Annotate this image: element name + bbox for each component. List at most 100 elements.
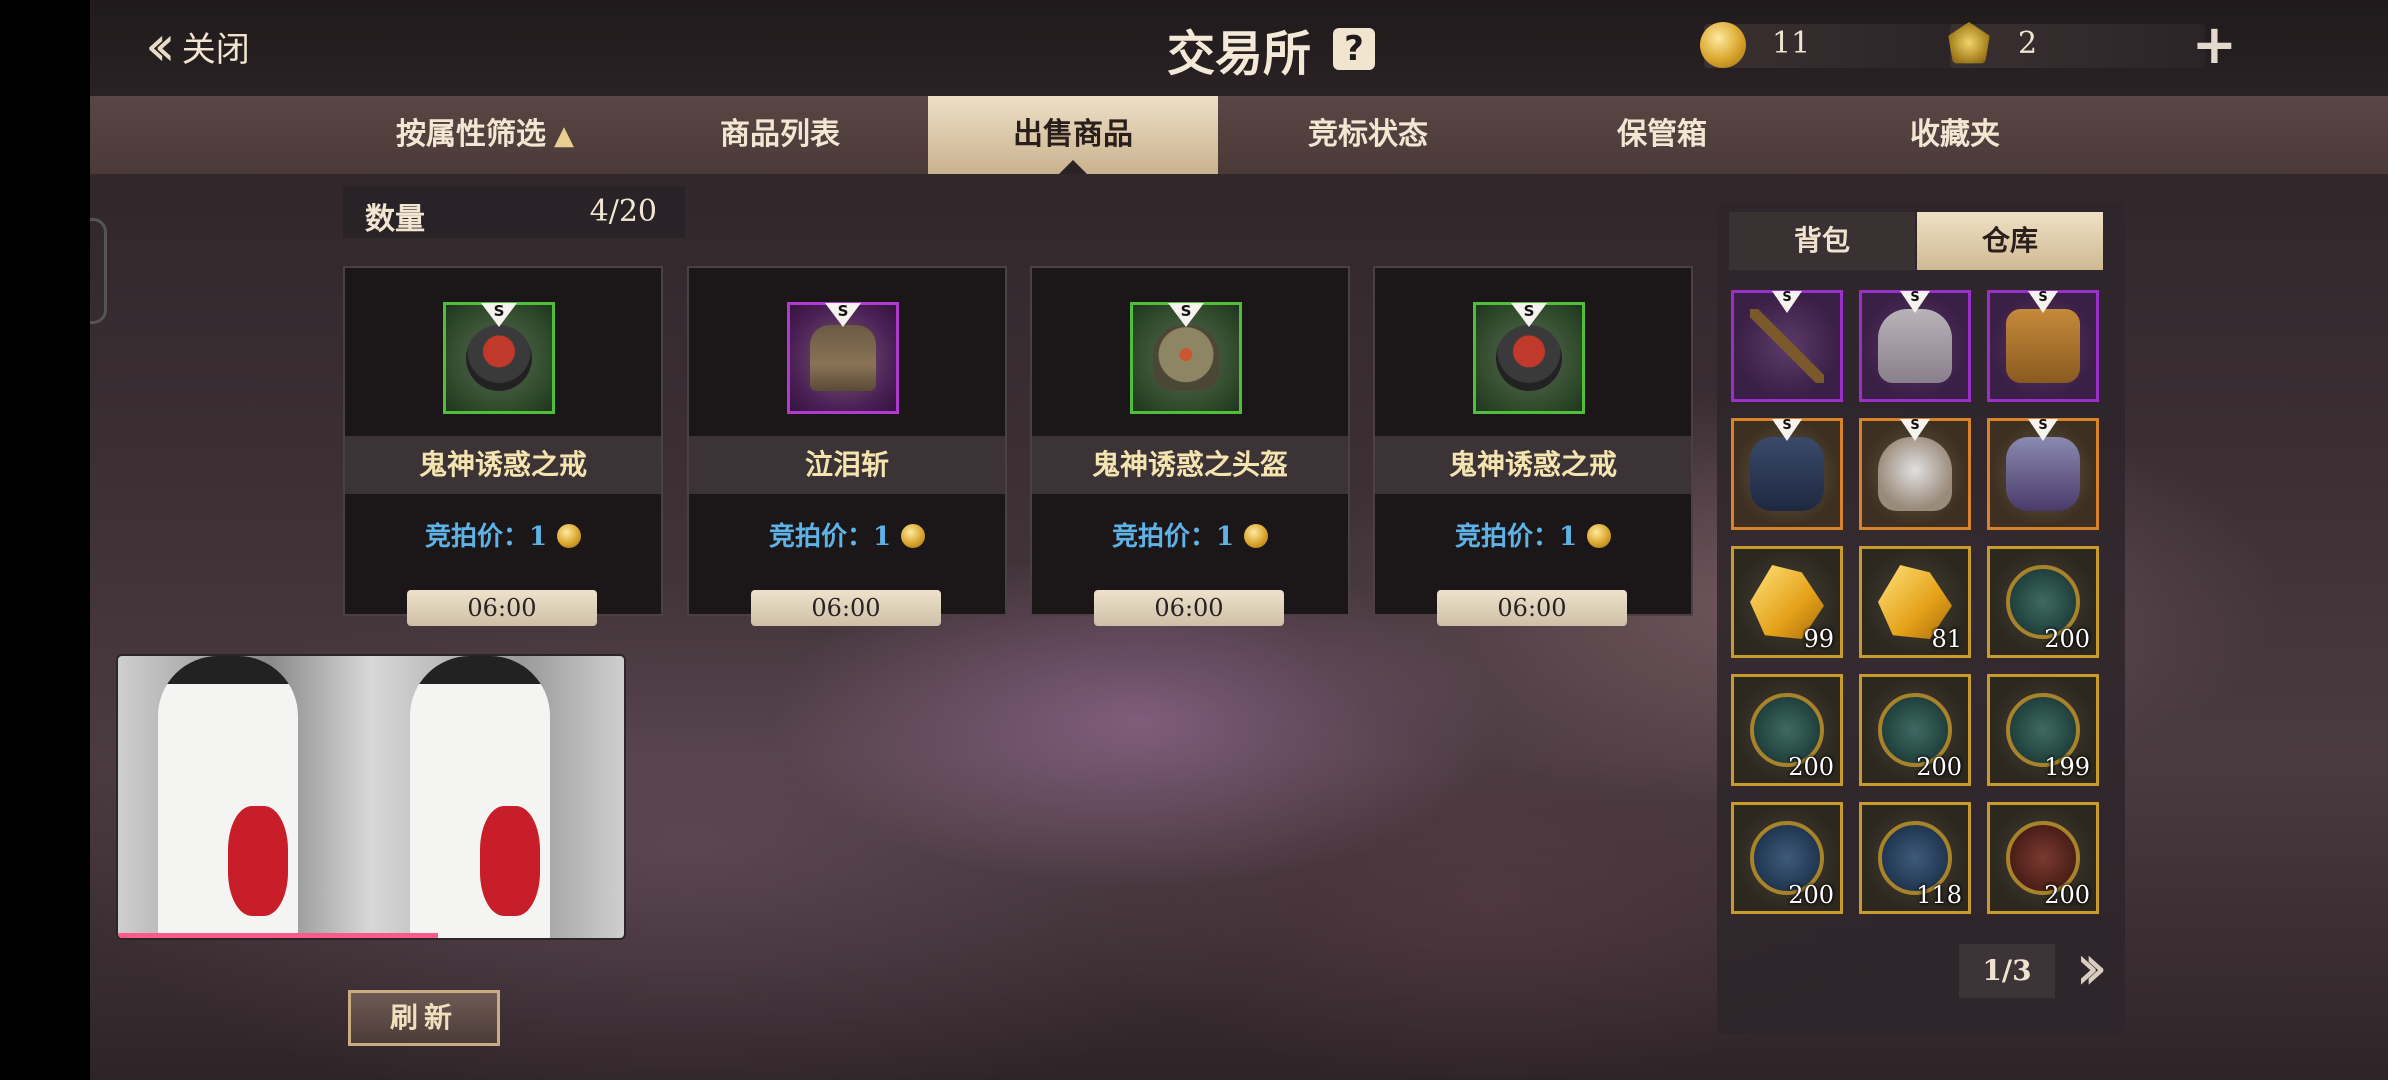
item-count: 99 <box>1803 625 1834 653</box>
item-name: 鬼神诱惑之戒 <box>1375 436 1691 494</box>
listing-timer: 06:00 <box>1094 590 1284 626</box>
game-screen: ‹‹ 关闭 交易所 ? 11 + 2 + 按属性筛选 ▲ 商品列表 出售商品 竞标… <box>90 0 2388 1080</box>
inventory-slot[interactable]: 99 <box>1731 546 1843 658</box>
tab-filter-by-attribute[interactable]: 按属性筛选 ▲ <box>340 96 630 174</box>
tab-warehouse[interactable]: 仓库 <box>1917 212 2103 270</box>
tab-sell-items[interactable]: 出售商品 <box>928 96 1218 174</box>
grade-badge: S <box>481 303 517 327</box>
quantity-label: 数量 <box>365 202 425 237</box>
question-icon[interactable]: ? <box>1333 28 1375 70</box>
gold-coin-icon <box>1587 524 1612 548</box>
tab-label: 收藏夹 <box>1910 117 2000 152</box>
grade-badge: S <box>825 303 861 327</box>
listing-card[interactable]: S 鬼神诱惑之戒 竞拍价：1 06:00 <box>343 266 663 626</box>
inventory-slot[interactable]: S <box>1987 290 2099 402</box>
boots-icon <box>2006 437 2080 511</box>
grade-badge: S <box>1511 303 1547 327</box>
inventory-slot[interactable]: 200 <box>1987 802 2099 914</box>
helmet-icon <box>1878 437 1952 511</box>
item-slot: S <box>443 302 555 414</box>
bid-price: 竞拍价：1 <box>1375 516 1691 553</box>
staff-icon <box>1750 309 1824 383</box>
listing-card[interactable]: S 鬼神诱惑之头盔 竞拍价：1 06:00 <box>1030 266 1350 626</box>
video-progress-bar <box>118 933 438 938</box>
listing-timer: 06:00 <box>407 590 597 626</box>
robe-icon <box>810 325 876 391</box>
tab-label: 保管箱 <box>1617 117 1707 152</box>
item-slot: S <box>1130 302 1242 414</box>
item-name: 泣泪斩 <box>689 436 1005 494</box>
bid-price-text: 竞拍价：1 <box>768 522 892 552</box>
screen-edge-notch <box>90 218 107 324</box>
gold-coin-icon <box>901 524 926 548</box>
bid-price-text: 竞拍价：1 <box>1454 522 1578 552</box>
item-count: 200 <box>1788 753 1834 781</box>
page-indicator: 1/3 <box>1959 944 2055 998</box>
inventory-slot[interactable]: 200 <box>1731 674 1843 786</box>
item-name: 鬼神诱惑之头盔 <box>1032 436 1348 494</box>
item-name: 鬼神诱惑之戒 <box>345 436 661 494</box>
inventory-slot[interactable]: 200 <box>1859 674 1971 786</box>
item-count: 200 <box>2044 881 2090 909</box>
inventory-panel: 背包 仓库 S S S S S S 99 81 200 200 200 199 … <box>1717 202 2125 1034</box>
gem-amount: 2 <box>2018 26 2038 61</box>
tab-label: 商品列表 <box>720 117 840 152</box>
gem-currency: 2 + <box>1948 18 2237 72</box>
bid-price: 竞拍价：1 <box>1032 516 1348 553</box>
inventory-slot[interactable]: 200 <box>1987 546 2099 658</box>
armor-icon <box>1878 309 1952 383</box>
gold-amount: 11 <box>1772 26 1811 61</box>
listing-card[interactable]: S 泣泪斩 竞拍价：1 06:00 <box>687 266 1007 626</box>
double-chevron-right-icon[interactable]: ›› <box>2075 936 2108 1000</box>
ring-icon <box>466 325 532 391</box>
tab-favorites[interactable]: 收藏夹 <box>1810 96 2100 174</box>
inventory-slot[interactable]: 200 <box>1731 802 1843 914</box>
inventory-slot[interactable]: S <box>1731 418 1843 530</box>
inventory-slot[interactable]: 118 <box>1859 802 1971 914</box>
item-slot: S <box>787 302 899 414</box>
inventory-slot[interactable]: S <box>1859 290 1971 402</box>
tab-storage-box[interactable]: 保管箱 <box>1517 96 1807 174</box>
item-count: 200 <box>1916 753 1962 781</box>
gem-icon <box>1948 22 1990 64</box>
tab-bar: 按属性筛选 ▲ 商品列表 出售商品 竞标状态 保管箱 收藏夹 <box>90 96 2388 174</box>
listing-timer: 06:00 <box>751 590 941 626</box>
gold-coin-icon <box>1244 524 1269 548</box>
guitar-image <box>228 806 288 916</box>
tab-label: 出售商品 <box>1013 117 1133 152</box>
guitar-image <box>480 806 540 916</box>
floating-video-window[interactable] <box>116 654 626 940</box>
tab-product-list[interactable]: 商品列表 <box>635 96 925 174</box>
inventory-slot[interactable]: S <box>1987 418 2099 530</box>
refresh-button[interactable]: 刷新 <box>348 990 500 1046</box>
tab-label: 按属性筛选 <box>396 117 546 152</box>
helmet-icon <box>1153 325 1219 391</box>
listing-quantity: 数量 4/20 <box>343 186 685 238</box>
gold-coin-icon <box>1700 22 1746 68</box>
tab-backpack[interactable]: 背包 <box>1729 212 1915 270</box>
add-gem-button[interactable]: + <box>2192 18 2237 72</box>
ring-icon <box>1496 325 1562 391</box>
inventory-slot[interactable]: 199 <box>1987 674 2099 786</box>
item-count: 199 <box>2044 753 2090 781</box>
bid-price: 竞拍价：1 <box>689 516 1005 553</box>
item-count: 81 <box>1931 625 1962 653</box>
top-bar: ‹‹ 关闭 交易所 ? 11 + 2 + <box>90 0 2388 96</box>
inventory-slot[interactable]: 81 <box>1859 546 1971 658</box>
tab-label: 竞标状态 <box>1308 117 1428 152</box>
listing-card[interactable]: S 鬼神诱惑之戒 竞拍价：1 06:00 <box>1373 266 1693 626</box>
inventory-slot[interactable]: S <box>1859 418 1971 530</box>
item-count: 200 <box>1788 881 1834 909</box>
bid-price: 竞拍价：1 <box>345 516 661 553</box>
triangle-up-icon: ▲ <box>554 121 574 151</box>
bid-price-text: 竞拍价：1 <box>1111 522 1235 552</box>
boots-icon <box>2006 309 2080 383</box>
inventory-slot[interactable]: S <box>1731 290 1843 402</box>
gold-currency: 11 + <box>1700 18 1991 72</box>
gauntlet-icon <box>1750 437 1824 511</box>
bid-price-text: 竞拍价：1 <box>424 522 548 552</box>
quantity-value: 4/20 <box>589 194 657 229</box>
grade-badge: S <box>1168 303 1204 327</box>
tab-bid-status[interactable]: 竞标状态 <box>1223 96 1513 174</box>
item-slot: S <box>1473 302 1585 414</box>
